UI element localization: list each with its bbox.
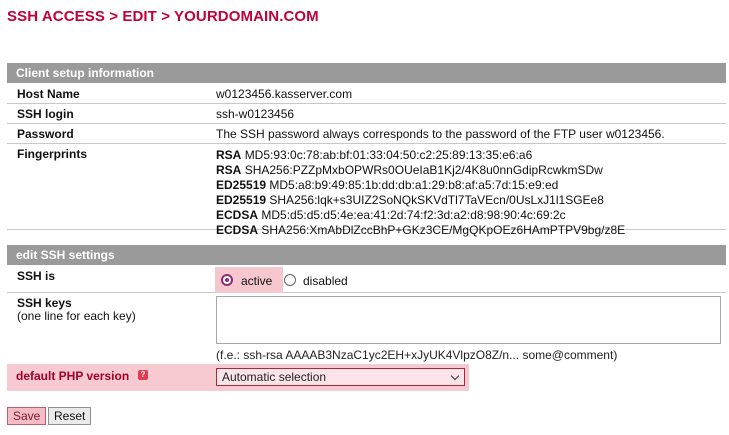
ssh-keys-hint: (f.e.: ssh-rsa AAAAB3NzaC1yc2EH+xJyUK4Vl… <box>216 348 618 362</box>
host-value: w0123456.kasserver.com <box>216 87 353 101</box>
php-version-label: default PHP version <box>16 369 130 383</box>
host-row: Host Name w0123456.kasserver.com <box>7 84 726 104</box>
fingerprint-algo: ECDSA <box>216 208 259 222</box>
page-title: SSH ACCESS > EDIT > YOURDOMAIN.COM <box>7 8 319 25</box>
ssh-keys-label: SSH keys <box>17 296 72 310</box>
ssh-keys-textarea[interactable] <box>216 296 721 344</box>
ssh-is-label: SSH is <box>17 269 56 283</box>
login-row: SSH login ssh-w0123456 <box>7 104 726 124</box>
fingerprint-item: ECDSA MD5:d5:d5:d5:4e:ea:41:2d:74:f2:3d:… <box>216 208 625 223</box>
active-radio[interactable] <box>221 274 233 286</box>
fingerprint-item: RSA MD5:93:0c:78:ab:bf:01:33:04:50:c2:25… <box>216 148 625 163</box>
ssh-keys-row: SSH keys (one line for each key) (f.e.: … <box>7 293 726 364</box>
save-button[interactable]: Save <box>7 407 47 425</box>
password-row: Password The SSH password always corresp… <box>7 124 726 144</box>
fingerprint-item: ED25519 MD5:a8:b9:49:85:1b:dd:db:a1:29:b… <box>216 178 625 193</box>
php-version-select[interactable]: Automatic selection <box>216 368 465 386</box>
password-value: The SSH password always corresponds to t… <box>216 127 665 141</box>
fingerprint-algo: ECDSA <box>216 223 259 237</box>
fingerprints-label: Fingerprints <box>17 147 88 161</box>
help-icon[interactable]: ? <box>138 370 148 380</box>
disabled-radio[interactable] <box>284 274 296 286</box>
client-setup-header: Client setup information <box>7 63 726 83</box>
fingerprints-list: RSA MD5:93:0c:78:ab:bf:01:33:04:50:c2:25… <box>216 148 625 238</box>
edit-ssh-header: edit SSH settings <box>7 245 726 265</box>
fingerprint-value: SHA256:XmAbDlZccBhP+GKz3CE/MgQKpOEz6HAmP… <box>261 223 626 237</box>
php-version-row: default PHP version ? Automatic selectio… <box>7 364 469 391</box>
fingerprint-item: ED25519 SHA256:lqk+s3UIZ2SoNQkSKVdTl7TaV… <box>216 193 625 208</box>
active-radio-label[interactable]: active <box>241 274 272 288</box>
fingerprint-algo: RSA <box>216 163 242 177</box>
fingerprint-algo: ED25519 <box>216 178 267 192</box>
fingerprint-item: RSA SHA256:PZZpMxbOPWRs0OUeIaB1Kj2/4K8u0… <box>216 163 625 178</box>
php-version-selected: Automatic selection <box>222 370 327 384</box>
fingerprint-value: MD5:d5:d5:d5:4e:ea:41:2d:74:f2:3d:a2:d8:… <box>261 208 566 222</box>
password-label: Password <box>17 127 74 141</box>
fingerprint-value: SHA256:PZZpMxbOPWRs0OUeIaB1Kj2/4K8u0nnGd… <box>244 163 603 177</box>
login-value: ssh-w0123456 <box>216 107 295 121</box>
fingerprint-value: MD5:a8:b9:49:85:1b:dd:db:a1:29:b8:af:a5:… <box>269 178 559 192</box>
login-label: SSH login <box>17 107 74 121</box>
disabled-radio-label[interactable]: disabled <box>303 274 348 288</box>
host-label: Host Name <box>17 87 80 101</box>
chevron-down-icon <box>450 371 460 381</box>
fingerprint-value: MD5:93:0c:78:ab:bf:01:33:04:50:c2:25:89:… <box>244 148 533 162</box>
fingerprint-algo: ED25519 <box>216 193 267 207</box>
reset-button[interactable]: Reset <box>48 407 92 425</box>
fingerprints-row: Fingerprints RSA MD5:93:0c:78:ab:bf:01:3… <box>7 144 726 237</box>
ssh-keys-sublabel: (one line for each key) <box>17 309 136 323</box>
fingerprint-algo: RSA <box>216 148 242 162</box>
ssh-is-row: SSH is active disabled <box>7 266 726 293</box>
fingerprint-value: SHA256:lqk+s3UIZ2SoNQkSKVdTl7TaVEcn/0UsL… <box>269 193 604 207</box>
fingerprint-item: ECDSA SHA256:XmAbDlZccBhP+GKz3CE/MgQKpOE… <box>216 223 625 238</box>
